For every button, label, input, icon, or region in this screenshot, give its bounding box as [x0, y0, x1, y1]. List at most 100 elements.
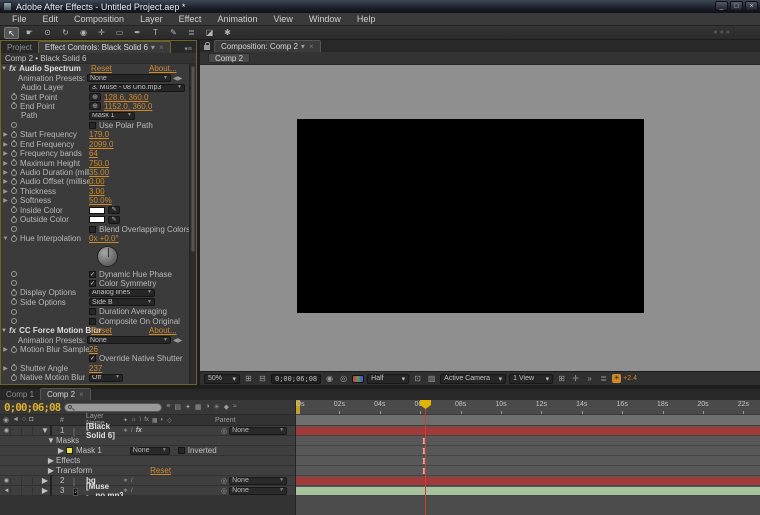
inside-color-swatch[interactable]	[89, 207, 105, 214]
solo-cell[interactable]	[25, 427, 33, 435]
auto-keyframe-icon[interactable]: ◆	[224, 403, 229, 411]
reset-link[interactable]: Reset	[91, 64, 112, 73]
comp-crumb-button[interactable]: Comp 2	[208, 53, 250, 63]
pixel-aspect-icon[interactable]: ✛	[570, 374, 581, 383]
menu-edit[interactable]: Edit	[35, 14, 67, 24]
safe-margins-icon[interactable]: ⊟	[257, 374, 268, 383]
group-expander-icon[interactable]: ▶	[46, 466, 56, 475]
about-link[interactable]: About...	[149, 64, 177, 73]
color-symmetry-checkbox[interactable]: ✓	[89, 280, 96, 287]
twirl-right-icon[interactable]: ▶	[1, 178, 10, 185]
menu-animation[interactable]: Animation	[209, 14, 265, 24]
timeline-tab-comp-2[interactable]: Comp 2×	[40, 388, 91, 400]
eyedropper-icon[interactable]: ✎	[108, 216, 120, 224]
menu-file[interactable]: File	[4, 14, 35, 24]
layer-row-bg[interactable]: ◉▶2bg∗/◎None▼	[0, 476, 295, 486]
track-bg[interactable]	[296, 476, 760, 486]
motion-blur-icon[interactable]: ◑	[205, 403, 209, 411]
menu-effect[interactable]: Effect	[171, 14, 210, 24]
stopwatch-icon[interactable]	[11, 122, 17, 128]
draft-3d-icon[interactable]: ▤	[174, 403, 181, 411]
stopwatch-icon[interactable]	[11, 217, 17, 223]
time-ruler[interactable]: 00s02s04s06s08s10s12s14s16s18s20s22s	[296, 400, 760, 415]
use-polar-path-checkbox[interactable]	[89, 122, 96, 129]
current-time-indicator-line[interactable]	[425, 400, 426, 515]
exposure-control[interactable]: ☀+2.4	[612, 374, 637, 383]
tab-effect-controls[interactable]: Effect Controls: Black Solid 6▾×	[38, 41, 171, 53]
group-expander-icon[interactable]: ▶	[46, 456, 56, 465]
layer-row-muse-no-mp3[interactable]: ◄▶3♪[Muse -...no.mp3]∗/◎None▼	[0, 486, 295, 496]
quality-switch-icon[interactable]: /	[131, 428, 133, 434]
softness-value[interactable]: 50.0%	[89, 196, 112, 205]
menu-composition[interactable]: Composition	[66, 14, 132, 24]
about-link[interactable]: About...	[149, 326, 177, 335]
thickness-value[interactable]: 3.00	[89, 187, 105, 196]
twirl-right-icon[interactable]: ▶	[1, 141, 10, 148]
current-time-display[interactable]: 0;00;06;08	[4, 401, 60, 414]
stopwatch-icon[interactable]	[11, 365, 17, 371]
tab-close-icon[interactable]: ×	[79, 390, 84, 399]
duration-bar[interactable]	[296, 427, 760, 435]
layer-expander-icon[interactable]: ▼	[40, 426, 50, 435]
start-frequency-value[interactable]: 179.0	[89, 130, 109, 139]
outline-row-masks[interactable]: ▼Masks	[0, 436, 295, 446]
layer-row-black-solid-6[interactable]: ◉▼1[Black Solid 6]∗/fx◎None▼	[0, 426, 295, 436]
pickwhip-icon[interactable]: ◎	[221, 427, 227, 435]
duration-averaging-checkbox[interactable]	[89, 308, 96, 315]
zoom-tool-icon[interactable]: ⊙	[40, 27, 55, 39]
group-expander-icon[interactable]: ▼	[46, 436, 56, 445]
scrollbar-thumb[interactable]	[191, 66, 195, 252]
view-layout-dropdown[interactable]: 1 View▾	[509, 374, 553, 384]
stopwatch-icon[interactable]	[11, 347, 17, 353]
mask-color-swatch[interactable]	[66, 447, 73, 454]
start-point-value[interactable]: 128.6, 360.0	[104, 93, 148, 102]
label-color-cell[interactable]	[50, 486, 60, 495]
end-frequency-value[interactable]: 2099.0	[89, 140, 113, 149]
timeline-tab-comp-1[interactable]: Comp 1	[0, 389, 40, 400]
hue-dial[interactable]	[97, 246, 118, 267]
stopwatch-icon[interactable]	[11, 299, 17, 305]
tab-project[interactable]: Project	[1, 42, 38, 53]
parent-dropdown[interactable]: None▼	[229, 427, 287, 435]
eraser-tool-icon[interactable]: ◪	[202, 27, 217, 39]
clone-stamp-tool-icon[interactable]: ≣	[184, 27, 199, 39]
viewer-timecode[interactable]: 0;00;06;08	[271, 374, 321, 384]
menu-help[interactable]: Help	[349, 14, 384, 24]
hue-interpolation-value[interactable]: 0x +0.0°	[89, 234, 119, 243]
audio-cell[interactable]	[14, 487, 22, 495]
stopwatch-icon[interactable]	[11, 236, 17, 242]
magnification-dropdown[interactable]: 50%▾	[204, 374, 240, 384]
unified-camera-tool-icon[interactable]: ◉	[76, 27, 91, 39]
layer-expander-icon[interactable]: ▶	[40, 486, 50, 495]
hide-shy-layers-icon[interactable]: ✦	[185, 403, 191, 411]
share-view-icon[interactable]: ⊞	[556, 374, 567, 383]
override-native-shutter-checkbox[interactable]: ✓	[89, 355, 96, 362]
reset-link[interactable]: Reset	[91, 326, 112, 335]
quality-switch-icon[interactable]: /	[131, 488, 133, 494]
label-color-cell[interactable]	[50, 426, 60, 435]
type-tool-icon[interactable]: T	[148, 27, 163, 39]
work-area-bar[interactable]	[296, 415, 760, 426]
maximum-height-value[interactable]: 750.0	[89, 159, 109, 168]
stopwatch-icon[interactable]	[11, 151, 17, 157]
quality-switch-icon[interactable]: /	[131, 478, 133, 484]
display-options-dropdown[interactable]: Analog lines▼	[89, 289, 155, 297]
twirl-down-icon[interactable]: ▼	[1, 66, 9, 72]
lock-icon[interactable]	[204, 45, 210, 50]
duration-bar[interactable]	[296, 477, 760, 485]
puppet-pin-tool-icon[interactable]: ✱	[220, 27, 235, 39]
maximize-button[interactable]: □	[730, 1, 743, 11]
twirl-down-icon[interactable]: ▼	[1, 236, 10, 242]
tab-close-icon[interactable]: ×	[159, 43, 164, 52]
comp-flowchart-icon[interactable]: ≣	[598, 374, 609, 383]
outline-row-effects[interactable]: ▶Effects	[0, 456, 295, 466]
native-motion-blur-dropdown[interactable]: Off▼	[89, 374, 123, 382]
audio-offset-millisec-value[interactable]: 0.00	[89, 177, 105, 186]
stopwatch-icon[interactable]	[11, 375, 17, 381]
transform-reset-link[interactable]: Reset	[150, 466, 171, 475]
duration-bar[interactable]	[296, 487, 760, 495]
mask-shape-tool-icon[interactable]: ▭	[112, 27, 127, 39]
menu-view[interactable]: View	[265, 14, 300, 24]
stopwatch-icon[interactable]	[11, 198, 17, 204]
show-snapshot-icon[interactable]: ◎	[338, 374, 349, 383]
